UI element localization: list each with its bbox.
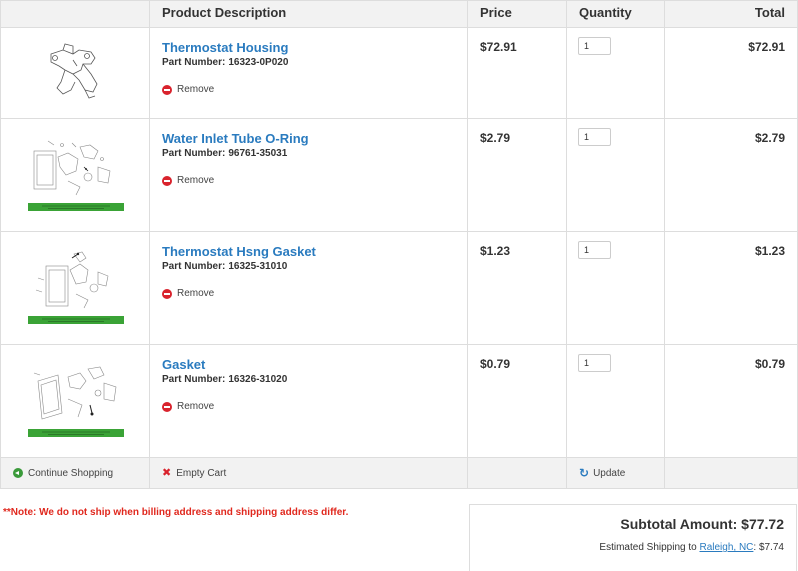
remove-icon bbox=[162, 288, 172, 299]
total-cell: $1.23 bbox=[664, 231, 798, 345]
empty-cart-cell: ✖ Empty Cart bbox=[149, 457, 468, 489]
part-number: Part Number: 16326-31020 bbox=[162, 374, 455, 385]
remove-button[interactable]: Remove bbox=[162, 288, 455, 299]
remove-button[interactable]: Remove bbox=[162, 84, 455, 95]
quantity-input[interactable] bbox=[578, 128, 611, 146]
shopping-cart: Product Description Price Quantity Total bbox=[0, 0, 798, 489]
footer-total-cell bbox=[664, 457, 798, 489]
quantity-cell bbox=[566, 27, 665, 119]
product-image-cell bbox=[0, 344, 150, 458]
quantity-cell bbox=[566, 118, 665, 232]
cart-actions-row: Continue Shopping ✖ Empty Cart ↻ Update bbox=[0, 457, 798, 489]
part-number: Part Number: 16325-31010 bbox=[162, 261, 455, 272]
part-number-value: 16325-31010 bbox=[228, 261, 288, 272]
header-price: Price bbox=[467, 0, 567, 28]
update-cell: ↻ Update bbox=[566, 457, 665, 489]
update-label: Update bbox=[593, 467, 626, 479]
thermostat-housing-diagram-icon[interactable] bbox=[43, 40, 109, 102]
remove-icon bbox=[162, 84, 172, 95]
table-row: Gasket Part Number: 16326-31020 Remove $0… bbox=[0, 344, 798, 458]
part-number-label: Part Number: bbox=[162, 57, 226, 68]
remove-label: Remove bbox=[177, 84, 215, 95]
shipping-note: **Note: We do not ship when billing addr… bbox=[3, 507, 349, 518]
exploded-parts-diagram-icon[interactable] bbox=[28, 363, 124, 439]
subtotal-amount: Subtotal Amount: $77.72 bbox=[620, 516, 784, 532]
shipping-prefix: Estimated Shipping to bbox=[599, 542, 697, 553]
product-description-cell: Thermostat Housing Part Number: 16323-0P0… bbox=[149, 27, 468, 119]
close-icon: ✖ bbox=[162, 467, 172, 479]
product-name-link[interactable]: Gasket bbox=[162, 357, 455, 372]
part-number-value: 16323-0P020 bbox=[228, 57, 289, 68]
remove-icon bbox=[162, 175, 172, 186]
remove-label: Remove bbox=[177, 175, 215, 186]
quantity-input[interactable] bbox=[578, 241, 611, 259]
total-cell: $0.79 bbox=[664, 344, 798, 458]
continue-shopping-button[interactable]: Continue Shopping bbox=[13, 468, 137, 479]
part-number-label: Part Number: bbox=[162, 374, 226, 385]
order-summary: Subtotal Amount: $77.72 Estimated Shippi… bbox=[469, 504, 797, 571]
footer-price-cell bbox=[467, 457, 567, 489]
remove-button[interactable]: Remove bbox=[162, 175, 455, 186]
product-image-cell bbox=[0, 231, 150, 345]
remove-label: Remove bbox=[177, 401, 215, 412]
total-cell: $72.91 bbox=[664, 27, 798, 119]
price-cell: $0.79 bbox=[467, 344, 567, 458]
total-cell: $2.79 bbox=[664, 118, 798, 232]
product-name-link[interactable]: Thermostat Housing bbox=[162, 40, 455, 55]
product-description-cell: Gasket Part Number: 16326-31020 Remove bbox=[149, 344, 468, 458]
part-number-label: Part Number: bbox=[162, 261, 226, 272]
price-cell: $72.91 bbox=[467, 27, 567, 119]
table-row: Water Inlet Tube O-Ring Part Number: 9676… bbox=[0, 118, 798, 232]
exploded-parts-diagram-icon[interactable] bbox=[28, 137, 124, 213]
empty-cart-button[interactable]: ✖ Empty Cart bbox=[162, 468, 455, 479]
product-name-link[interactable]: Thermostat Hsng Gasket bbox=[162, 244, 455, 259]
part-number: Part Number: 16323-0P020 bbox=[162, 57, 455, 68]
arrow-left-circle-icon bbox=[13, 468, 23, 478]
part-number-value: 96761-35031 bbox=[228, 148, 288, 159]
header-total: Total bbox=[664, 0, 798, 28]
part-number-label: Part Number: bbox=[162, 148, 226, 159]
price-cell: $2.79 bbox=[467, 118, 567, 232]
product-description-cell: Water Inlet Tube O-Ring Part Number: 9676… bbox=[149, 118, 468, 232]
product-image-cell bbox=[0, 118, 150, 232]
exploded-parts-diagram-icon[interactable] bbox=[28, 250, 124, 326]
header-quantity: Quantity bbox=[566, 0, 665, 28]
part-number-value: 16326-31020 bbox=[228, 374, 288, 385]
header-product-description: Product Description bbox=[149, 0, 468, 28]
quantity-cell bbox=[566, 231, 665, 345]
update-button[interactable]: ↻ Update bbox=[579, 466, 652, 480]
part-number: Part Number: 96761-35031 bbox=[162, 148, 455, 159]
estimated-shipping: Estimated Shipping to Raleigh, NC: $7.74 bbox=[482, 542, 784, 553]
refresh-icon: ↻ bbox=[579, 466, 590, 480]
header-image bbox=[0, 0, 150, 28]
quantity-input[interactable] bbox=[578, 354, 611, 372]
cart-table: Product Description Price Quantity Total bbox=[0, 0, 798, 489]
quantity-input[interactable] bbox=[578, 37, 611, 55]
product-image-cell bbox=[0, 27, 150, 119]
price-cell: $1.23 bbox=[467, 231, 567, 345]
remove-icon bbox=[162, 401, 172, 412]
quantity-cell bbox=[566, 344, 665, 458]
continue-shopping-cell: Continue Shopping bbox=[0, 457, 150, 489]
table-header-row: Product Description Price Quantity Total bbox=[0, 0, 798, 28]
shipping-location-link[interactable]: Raleigh, NC bbox=[699, 542, 753, 553]
remove-label: Remove bbox=[177, 288, 215, 299]
product-description-cell: Thermostat Hsng Gasket Part Number: 16325… bbox=[149, 231, 468, 345]
table-row: Thermostat Housing Part Number: 16323-0P0… bbox=[0, 27, 798, 119]
continue-shopping-label: Continue Shopping bbox=[28, 467, 114, 479]
table-row: Thermostat Hsng Gasket Part Number: 16325… bbox=[0, 231, 798, 345]
empty-cart-label: Empty Cart bbox=[176, 467, 227, 479]
product-name-link[interactable]: Water Inlet Tube O-Ring bbox=[162, 131, 455, 146]
remove-button[interactable]: Remove bbox=[162, 401, 455, 412]
shipping-amount: : $7.74 bbox=[753, 542, 784, 553]
